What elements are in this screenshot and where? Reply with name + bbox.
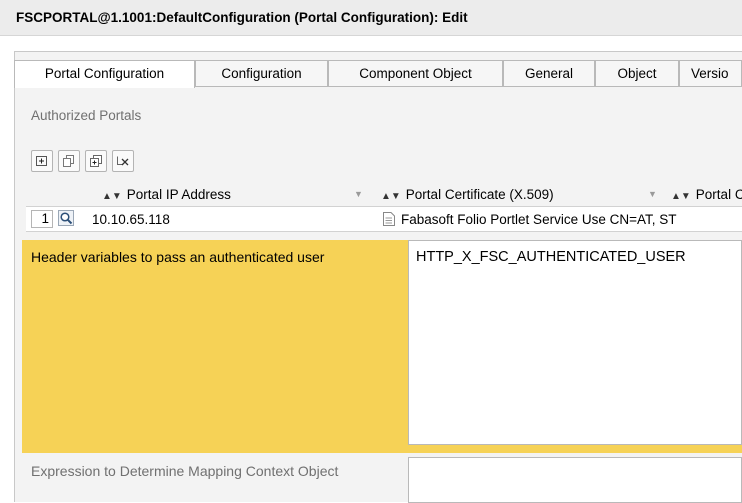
duplicate-row-button[interactable] <box>85 150 107 172</box>
document-icon <box>383 212 395 226</box>
duplicate-row-icon <box>90 155 102 167</box>
row-number: 1 <box>31 210 53 228</box>
column-menu-icon[interactable]: ▼ <box>354 189 363 199</box>
mapping-expression-row: Expression to Determine Mapping Context … <box>22 453 742 503</box>
mapping-expression-field[interactable] <box>408 457 742 503</box>
sort-icon: ▲▼ <box>671 191 691 202</box>
certificate-subject: CN=AT, ST <box>609 212 677 227</box>
ip-address-cell[interactable]: 10.10.65.118 <box>92 212 170 227</box>
window-titlebar: FSCPORTAL@1.1001:DefaultConfiguration (P… <box>0 0 742 36</box>
column-portal-c[interactable]: ▲▼ Portal C <box>671 187 742 202</box>
tab-version[interactable]: Versio <box>679 60 742 87</box>
tab-component-object[interactable]: Component Object <box>328 60 503 87</box>
add-row-icon <box>36 156 47 166</box>
tab-object[interactable]: Object <box>595 60 679 87</box>
mapping-expression-label: Expression to Determine Mapping Context … <box>31 463 339 479</box>
add-row-button[interactable] <box>31 150 53 172</box>
grid-header: ▲▼ Portal IP Address ▼ ▲▼ Portal Certifica… <box>26 186 742 204</box>
header-variables-row: Header variables to pass an authenticate… <box>22 240 742 453</box>
certificate-cell[interactable]: Fabasoft Folio Portlet Service Use CN=AT… <box>401 212 677 227</box>
column-portal-certificate[interactable]: ▲▼ Portal Certificate (X.509) <box>381 187 554 202</box>
certificate-name: Fabasoft Folio Portlet Service Use <box>401 212 606 227</box>
table-row[interactable]: 1 10.10.65.118 Fabasoft Folio Portlet Se… <box>26 206 742 232</box>
delete-row-icon <box>117 156 129 166</box>
tab-portal-configuration[interactable]: Portal Configuration <box>14 60 195 88</box>
sort-icon: ▲▼ <box>381 191 401 202</box>
header-variables-label: Header variables to pass an authenticate… <box>31 249 325 265</box>
magnifier-icon[interactable] <box>58 210 74 226</box>
tab-general[interactable]: General <box>503 60 595 87</box>
tab-bar: Portal Configuration Configuration Compo… <box>14 60 742 88</box>
sort-icon: ▲▼ <box>102 191 122 202</box>
authorized-portals-label: Authorized Portals <box>31 108 142 123</box>
delete-row-button[interactable] <box>112 150 134 172</box>
header-variables-field[interactable]: HTTP_X_FSC_AUTHENTICATED_USER <box>408 240 742 445</box>
window-title: FSCPORTAL@1.1001:DefaultConfiguration (P… <box>16 10 468 25</box>
copy-row-icon <box>63 155 74 167</box>
tab-configuration[interactable]: Configuration <box>195 60 328 87</box>
column-portal-ip-address[interactable]: ▲▼ Portal IP Address <box>102 187 231 202</box>
copy-row-button[interactable] <box>58 150 80 172</box>
column-menu-icon[interactable]: ▼ <box>648 189 657 199</box>
